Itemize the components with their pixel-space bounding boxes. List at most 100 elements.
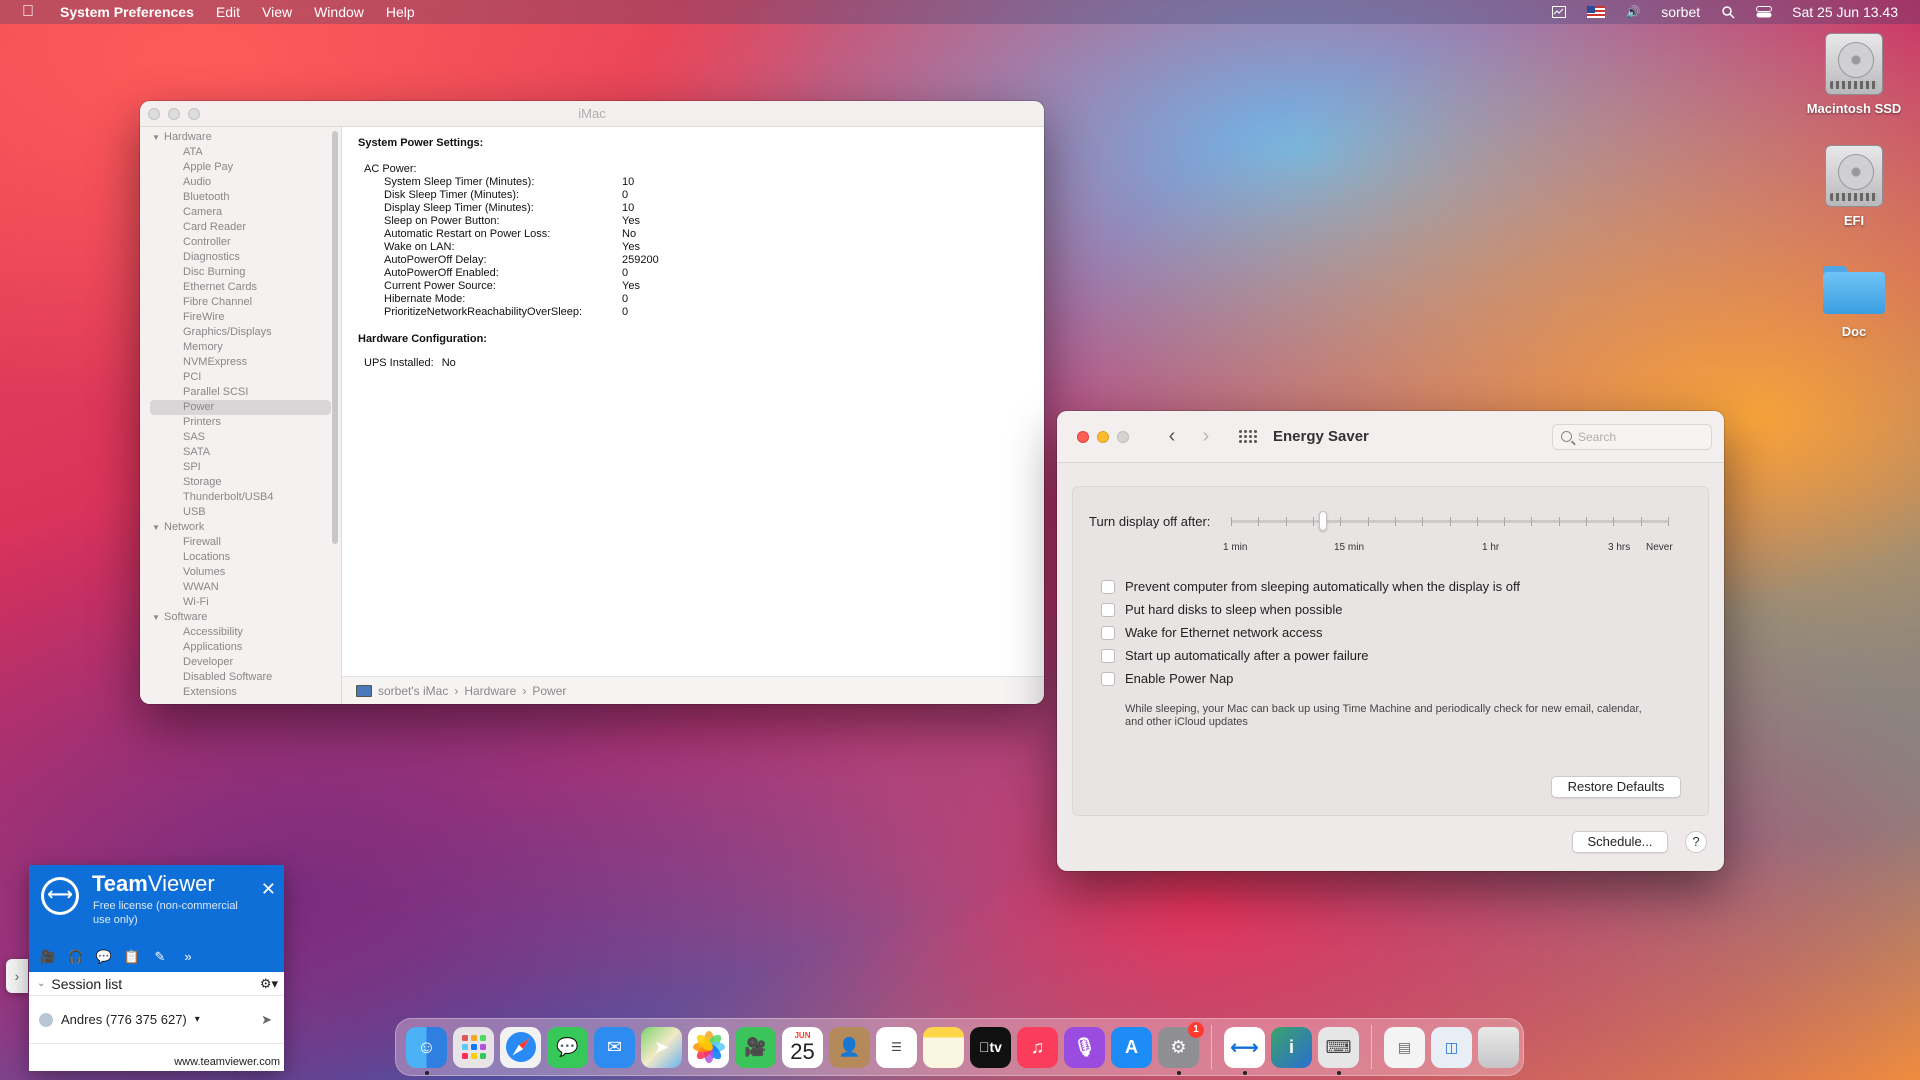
desktop-icon-efi[interactable]: EFI — [1794, 145, 1914, 228]
sidebar-item-firewall[interactable]: Firewall — [150, 535, 331, 550]
window-titlebar[interactable]: iMac — [140, 101, 1044, 127]
session-list-header[interactable]: ⌄ Session list ⚙▾ — [29, 972, 284, 996]
sidebar-item-firewire[interactable]: FireWire — [150, 310, 331, 325]
sidebar-item-apple-pay[interactable]: Apple Pay — [150, 160, 331, 175]
launchpad-icon[interactable] — [453, 1026, 494, 1068]
sidebar-item-memory[interactable]: Memory — [150, 340, 331, 355]
minimize-button[interactable] — [168, 107, 180, 120]
schedule-button[interactable]: Schedule... — [1572, 831, 1668, 853]
sidebar-item-controller[interactable]: Controller — [150, 235, 331, 250]
disk-sleep-option[interactable]: Put hard disks to sleep when possible — [1101, 602, 1343, 617]
sidebar-item-extensions[interactable]: Extensions — [150, 685, 331, 700]
checkbox[interactable] — [1101, 671, 1115, 686]
back-chevron-icon[interactable]: ‹ — [1159, 425, 1185, 448]
sidebar-item-accessibility[interactable]: Accessibility — [150, 625, 331, 640]
trash-icon[interactable] — [1478, 1026, 1519, 1068]
desktop-icon-doc[interactable]: Doc — [1794, 258, 1914, 339]
sidebar-scrollbar[interactable] — [332, 131, 338, 544]
sidebar-item-power[interactable]: Power — [150, 400, 331, 415]
sidebar-item-applications[interactable]: Applications — [150, 640, 331, 655]
files-icon[interactable]: 📋 — [123, 948, 141, 966]
close-icon[interactable]: ✕ — [261, 879, 276, 900]
wake-ethernet-option[interactable]: Wake for Ethernet network access — [1101, 625, 1323, 640]
sidebar-item-bluetooth[interactable]: Bluetooth — [150, 190, 331, 205]
spotlight-search-icon[interactable] — [1720, 5, 1736, 19]
window-toolbar[interactable]: ‹ › Energy Saver Search — [1057, 411, 1724, 463]
sidebar-item-diagnostics[interactable]: Diagnostics — [150, 250, 331, 265]
sidebar-item-nvmexpress[interactable]: NVMExpress — [150, 355, 331, 370]
gear-icon[interactable]: ⚙▾ — [260, 976, 278, 992]
whiteboard-icon[interactable]: ✎ — [151, 948, 169, 966]
sidebar-item-wi-fi[interactable]: Wi-Fi — [150, 595, 331, 610]
control-center-icon[interactable] — [1756, 5, 1773, 19]
facetime-icon[interactable]: 🎥 — [735, 1026, 776, 1068]
menu-view[interactable]: View — [262, 4, 292, 20]
sidebar-item-thunderbolt-usb4[interactable]: Thunderbolt/USB4 — [150, 490, 331, 505]
menu-window[interactable]: Window — [314, 4, 364, 20]
sidebar-item-printers[interactable]: Printers — [150, 415, 331, 430]
session-contact[interactable]: Andres (776 375 627) ▾ ➤ — [29, 996, 284, 1044]
remote-control-icon[interactable]: ➤ — [261, 1012, 272, 1028]
power-nap-option[interactable]: Enable Power Nap — [1101, 671, 1233, 686]
sidebar-group-software[interactable]: ▼ Software — [140, 610, 341, 625]
sidebar-item-usb[interactable]: USB — [150, 505, 331, 520]
input-source-flag-icon[interactable] — [1587, 6, 1606, 18]
breadcrumb-item[interactable]: sorbet's iMac — [378, 684, 448, 698]
help-button[interactable]: ? — [1685, 831, 1707, 853]
teamviewer-dock-icon[interactable]: ⟷ — [1224, 1026, 1265, 1075]
disk-utility-icon[interactable]: ⌨ — [1318, 1026, 1359, 1075]
prevent-sleep-option[interactable]: Prevent computer from sleeping automatic… — [1101, 579, 1520, 594]
sidebar-item-graphics-displays[interactable]: Graphics/Displays — [150, 325, 331, 340]
contacts-icon[interactable]: 👤 — [829, 1026, 870, 1068]
breadcrumb-item[interactable]: Power — [532, 684, 566, 698]
activity-monitor-icon[interactable] — [1551, 5, 1567, 19]
notes-icon[interactable] — [923, 1026, 964, 1068]
video-call-icon[interactable]: 🎥 — [39, 948, 57, 966]
sidebar-item-fibre-channel[interactable]: Fibre Channel — [150, 295, 331, 310]
sidebar-item-audio[interactable]: Audio — [150, 175, 331, 190]
sidebar-group-network[interactable]: ▼ Network — [140, 520, 341, 535]
sidebar-item-disabled-software[interactable]: Disabled Software — [150, 670, 331, 685]
sidebar-item-spi[interactable]: SPI — [150, 460, 331, 475]
sidebar-item-sas[interactable]: SAS — [150, 430, 331, 445]
maps-icon[interactable]: ➤ — [641, 1026, 682, 1068]
sidebar-item-storage[interactable]: Storage — [150, 475, 331, 490]
sidebar-item-wwan[interactable]: WWAN — [150, 580, 331, 595]
disclosure-triangle-icon[interactable]: ▼ — [152, 520, 164, 535]
chevron-down-icon[interactable]: ⌄ — [37, 978, 45, 989]
document-icon[interactable]: ▤ — [1384, 1026, 1425, 1068]
breadcrumb-item[interactable]: Hardware — [464, 684, 516, 698]
sidebar-item-camera[interactable]: Camera — [150, 205, 331, 220]
sidebar-item-developer[interactable]: Developer — [150, 655, 331, 670]
sidebar-item-ata[interactable]: ATA — [150, 145, 331, 160]
menu-edit[interactable]: Edit — [216, 4, 240, 20]
messages-icon[interactable]: 💬 — [547, 1026, 588, 1068]
sidebar-item-volumes[interactable]: Volumes — [150, 565, 331, 580]
forward-chevron-icon[interactable]: › — [1193, 425, 1219, 448]
mail-icon[interactable]: ✉ — [594, 1026, 635, 1068]
sidebar-group-hardware[interactable]: ▼ Hardware — [140, 130, 341, 145]
finder-icon[interactable]: ☺ — [406, 1026, 447, 1075]
zoom-button[interactable] — [1117, 430, 1129, 443]
chevron-down-icon[interactable]: ▾ — [195, 1014, 200, 1025]
checkbox[interactable] — [1101, 579, 1115, 594]
sidebar-item-pci[interactable]: PCI — [150, 370, 331, 385]
close-button[interactable] — [148, 107, 160, 120]
more-icon[interactable]: » — [179, 948, 197, 966]
restore-defaults-button[interactable]: Restore Defaults — [1551, 776, 1681, 798]
sidebar-item-ethernet-cards[interactable]: Ethernet Cards — [150, 280, 331, 295]
system-information-icon[interactable]: i — [1271, 1026, 1312, 1068]
menu-clock[interactable]: Sat 25 Jun 13.43 — [1792, 4, 1898, 20]
sidebar-item-disc-burning[interactable]: Disc Burning — [150, 265, 331, 280]
menu-help[interactable]: Help — [386, 4, 415, 20]
minimize-button[interactable] — [1097, 430, 1109, 443]
apple-menu-icon[interactable]:  — [22, 3, 38, 21]
show-all-grid-icon[interactable] — [1239, 430, 1257, 444]
sidebar-item-parallel-scsi[interactable]: Parallel SCSI — [150, 385, 331, 400]
disclosure-triangle-icon[interactable]: ▼ — [152, 130, 164, 145]
checkbox[interactable] — [1101, 625, 1115, 640]
app-store-icon[interactable]: A — [1111, 1026, 1152, 1068]
sidebar-item-card-reader[interactable]: Card Reader — [150, 220, 331, 235]
disclosure-triangle-icon[interactable]: ▼ — [152, 610, 164, 625]
music-icon[interactable]: ♫ — [1017, 1026, 1058, 1068]
